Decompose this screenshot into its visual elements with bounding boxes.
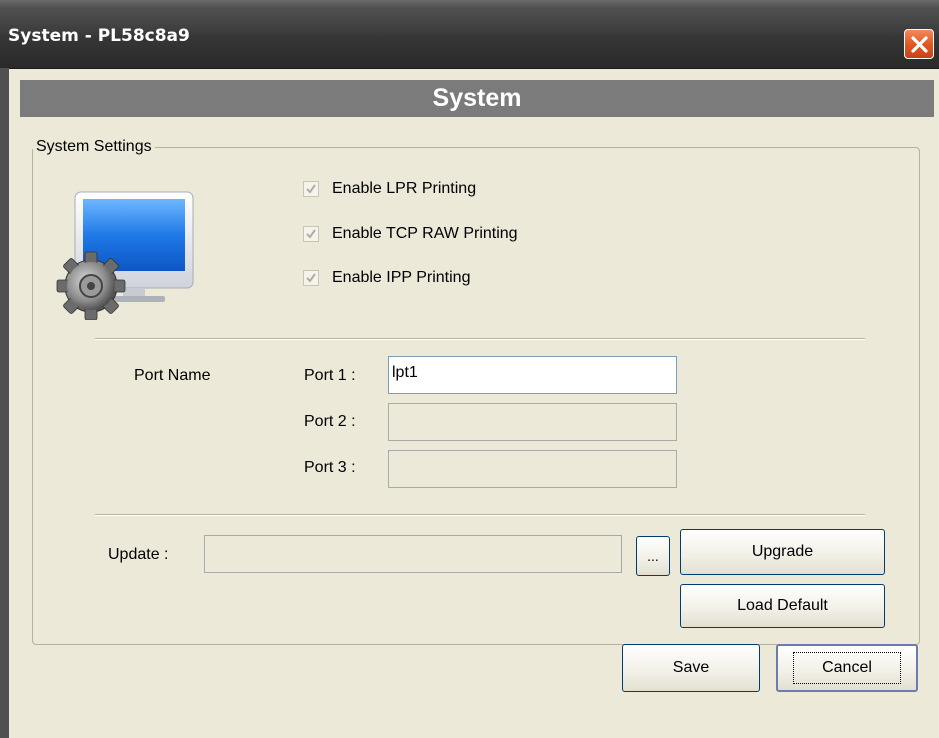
port-2-input[interactable] xyxy=(388,403,677,441)
enable-lpr-checkbox-row: Enable LPR Printing xyxy=(303,177,476,201)
system-dialog: System - PL58c8a9 System System Settings xyxy=(0,0,939,738)
enable-ipp-label: Enable IPP Printing xyxy=(332,269,471,286)
divider xyxy=(95,514,865,516)
window-left-border xyxy=(0,68,9,738)
divider xyxy=(95,338,865,340)
port-1-label: Port 1 : xyxy=(304,367,356,384)
browse-button[interactable]: ... xyxy=(636,536,670,576)
upgrade-button[interactable]: Upgrade xyxy=(680,529,885,575)
cancel-button[interactable]: Cancel xyxy=(776,644,918,692)
enable-tcp-raw-checkbox-row: Enable TCP RAW Printing xyxy=(303,222,518,246)
close-icon xyxy=(911,36,928,53)
port-3-input[interactable] xyxy=(388,450,677,488)
update-label: Update : xyxy=(108,546,169,563)
enable-lpr-checkbox[interactable] xyxy=(303,181,319,197)
title-bar[interactable]: System - PL58c8a9 xyxy=(0,0,939,69)
cancel-button-label: Cancel xyxy=(793,652,901,684)
load-default-button[interactable]: Load Default xyxy=(680,584,885,628)
monitor-gear-icon xyxy=(56,191,194,320)
enable-lpr-label: Enable LPR Printing xyxy=(332,180,477,197)
checkmark-icon xyxy=(306,184,316,194)
update-file-input[interactable] xyxy=(204,535,622,573)
enable-tcp-raw-label: Enable TCP RAW Printing xyxy=(332,225,518,242)
port-name-label: Port Name xyxy=(134,367,211,384)
checkmark-icon xyxy=(306,273,316,283)
port-3-label: Port 3 : xyxy=(304,459,356,476)
save-button[interactable]: Save xyxy=(622,644,760,692)
enable-ipp-checkbox-row: Enable IPP Printing xyxy=(303,266,470,290)
close-button[interactable] xyxy=(904,29,934,59)
checkmark-icon xyxy=(306,229,316,239)
enable-ipp-checkbox[interactable] xyxy=(303,270,319,286)
port-1-input[interactable]: lpt1 xyxy=(388,356,677,394)
system-settings-legend: System Settings xyxy=(33,138,155,156)
window-title: System - PL58c8a9 xyxy=(8,26,190,46)
page-title: System xyxy=(20,80,934,117)
port-2-label: Port 2 : xyxy=(304,413,356,430)
enable-tcp-raw-checkbox[interactable] xyxy=(303,226,319,242)
